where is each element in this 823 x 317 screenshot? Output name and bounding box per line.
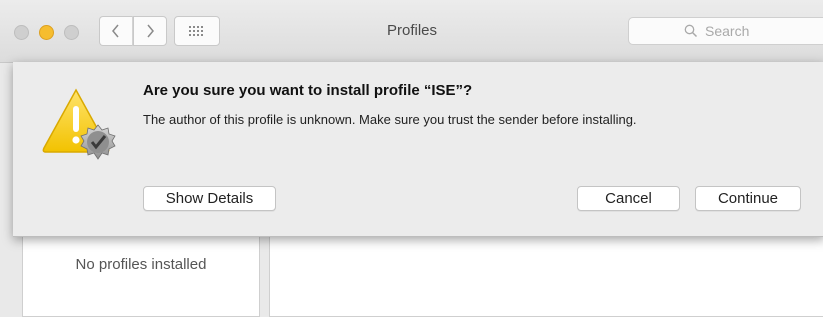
search-icon [684,24,698,38]
window-title: Profiles [386,22,438,39]
dialog-headline: Are you sure you want to install profile… [143,82,473,99]
search-field[interactable]: Search [628,17,823,45]
continue-button[interactable]: Continue [695,186,801,211]
minimize-window-button[interactable] [39,25,54,40]
show-details-button[interactable]: Show Details [143,186,276,211]
show-all-button[interactable] [174,16,220,46]
install-profile-dialog: Are you sure you want to install profile… [13,62,823,237]
warning-icon [42,88,116,160]
dialog-message: The author of this profile is unknown. M… [143,112,637,127]
profiles-sidebar: No profiles installed [22,225,260,317]
profile-detail-panel [269,225,823,317]
cancel-button[interactable]: Cancel [577,186,680,211]
back-button[interactable] [99,16,133,46]
forward-button[interactable] [133,16,167,46]
zoom-window-button[interactable] [64,25,79,40]
chevron-left-icon [112,24,119,38]
title-bar: Profiles Search [0,0,823,63]
chevron-right-icon [147,24,154,38]
search-placeholder: Search [705,23,750,39]
grid-icon [189,26,203,36]
close-window-button[interactable] [14,25,29,40]
empty-state-text: No profiles installed [75,256,207,273]
